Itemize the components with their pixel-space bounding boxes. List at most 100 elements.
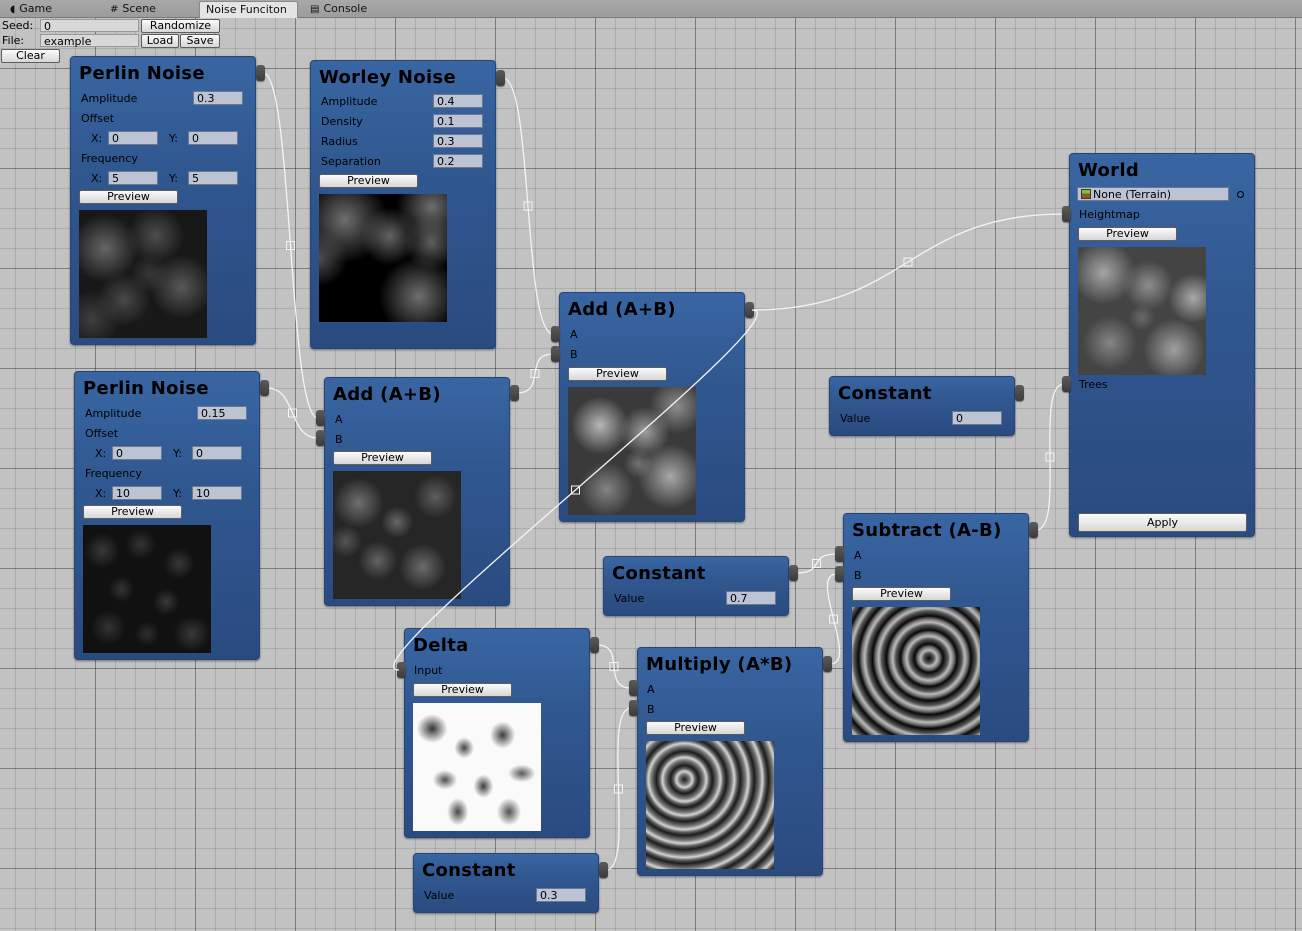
input-port-b[interactable] [835, 566, 844, 582]
tab-scene[interactable]: # Scene [104, 1, 162, 17]
radius-label: Radius [321, 135, 358, 148]
preview-button[interactable]: Preview [1078, 227, 1177, 241]
offset-x-field[interactable]: 0 [108, 131, 158, 145]
output-port[interactable] [823, 656, 832, 672]
object-picker-icon[interactable] [1237, 191, 1244, 198]
subtract-node[interactable]: Subtract (A-B) A B Preview [843, 513, 1029, 742]
input-port[interactable] [397, 662, 406, 678]
trees-input-port[interactable] [1062, 376, 1071, 392]
delta-node[interactable]: Delta Input Preview [404, 628, 590, 838]
offset-y-field[interactable]: 0 [192, 446, 242, 460]
output-port[interactable] [1015, 385, 1024, 401]
trees-label: Trees [1079, 378, 1108, 391]
constant-node-0[interactable]: Constant Value 0 [829, 376, 1015, 436]
terrain-value: None (Terrain) [1093, 188, 1172, 201]
apply-button[interactable]: Apply [1078, 513, 1247, 532]
frequency-y-field[interactable]: 5 [188, 171, 238, 185]
tab-console-label: Console [323, 2, 368, 15]
save-button[interactable]: Save [180, 34, 220, 48]
preview-button[interactable]: Preview [79, 190, 178, 204]
heightmap-input-port[interactable] [1062, 206, 1071, 222]
amplitude-field[interactable]: 0.3 [193, 91, 243, 105]
randomize-button[interactable]: Randomize [141, 19, 220, 33]
value-field[interactable]: 0 [952, 411, 1002, 425]
pacman-icon: ◖ [10, 4, 16, 15]
node-title: Subtract (A-B) [852, 520, 1002, 541]
output-port[interactable] [260, 380, 269, 396]
constant-node-0-3[interactable]: Constant Value 0.3 [413, 853, 599, 913]
preview-button[interactable]: Preview [852, 587, 951, 601]
value-field[interactable]: 0.3 [536, 888, 586, 902]
input-b-label: B [570, 348, 578, 361]
output-port[interactable] [510, 385, 519, 401]
input-port-b[interactable] [629, 700, 638, 716]
preview-button[interactable]: Preview [333, 451, 432, 465]
amplitude-field[interactable]: 0.4 [433, 94, 483, 108]
frequency-y-label: Y: [169, 172, 178, 185]
input-port-a[interactable] [551, 326, 560, 342]
node-title: Delta [413, 635, 469, 656]
offset-label: Offset [81, 112, 115, 125]
amplitude-field[interactable]: 0.15 [197, 406, 247, 420]
add-node-1[interactable]: Add (A+B) A B Preview [324, 377, 510, 606]
tab-noise-function[interactable]: Noise Funciton [199, 1, 298, 18]
terrain-object-field[interactable]: None (Terrain) [1077, 187, 1229, 201]
clear-button[interactable]: Clear [1, 49, 60, 63]
offset-y-field[interactable]: 0 [188, 131, 238, 145]
grid-icon: # [110, 4, 119, 15]
value-field[interactable]: 0.7 [726, 591, 776, 605]
preview-button[interactable]: Preview [413, 683, 512, 697]
input-label: Input [414, 664, 443, 677]
density-field[interactable]: 0.1 [433, 114, 483, 128]
output-port[interactable] [590, 637, 599, 653]
separation-field[interactable]: 0.2 [433, 154, 483, 168]
frequency-y-label: Y: [173, 487, 182, 500]
radius-field[interactable]: 0.3 [433, 134, 483, 148]
frequency-y-field[interactable]: 10 [192, 486, 242, 500]
input-port-a[interactable] [629, 680, 638, 696]
input-port-a[interactable] [835, 546, 844, 562]
perlin-noise-node-1[interactable]: Perlin Noise Amplitude 0.3 Offset X: 0 Y… [70, 56, 256, 345]
output-port[interactable] [1029, 522, 1038, 538]
load-button[interactable]: Load [141, 34, 179, 48]
preview-button[interactable]: Preview [568, 367, 667, 381]
node-title: Constant [612, 563, 706, 584]
offset-x-field[interactable]: 0 [112, 446, 162, 460]
constant-node-0-7[interactable]: Constant Value 0.7 [603, 556, 789, 616]
node-title: Constant [422, 860, 516, 881]
output-port[interactable] [496, 70, 505, 86]
input-port-b[interactable] [316, 430, 325, 446]
worley-noise-node[interactable]: Worley Noise Amplitude 0.4 Density 0.1 R… [310, 60, 496, 349]
frequency-x-field[interactable]: 5 [108, 171, 158, 185]
world-node[interactable]: World None (Terrain) Heightmap Preview T… [1069, 153, 1255, 537]
offset-y-label: Y: [169, 132, 178, 145]
noise-preview-image [852, 607, 980, 735]
preview-button[interactable]: Preview [646, 721, 745, 735]
tab-console[interactable]: ▤ Console [304, 1, 373, 17]
perlin-noise-node-2[interactable]: Perlin Noise Amplitude 0.15 Offset X: 0 … [74, 371, 260, 660]
preview-button[interactable]: Preview [319, 174, 418, 188]
heightmap-preview-image [1078, 247, 1206, 375]
file-input[interactable]: example [40, 34, 139, 48]
tab-game[interactable]: ◖ Game [4, 1, 58, 17]
add-node-2[interactable]: Add (A+B) A B Preview [559, 292, 745, 522]
terrain-icon [1081, 189, 1091, 199]
tab-game-label: Game [19, 2, 53, 15]
input-a-label: A [647, 683, 655, 696]
input-b-label: B [854, 569, 862, 582]
output-port[interactable] [789, 565, 798, 581]
preview-button[interactable]: Preview [83, 505, 182, 519]
amplitude-label: Amplitude [81, 92, 138, 105]
noise-preview-image [413, 703, 541, 831]
multiply-node[interactable]: Multiply (A*B) A B Preview [637, 647, 823, 876]
input-port-b[interactable] [551, 346, 560, 362]
output-port[interactable] [599, 862, 608, 878]
frequency-x-field[interactable]: 10 [112, 486, 162, 500]
input-port-a[interactable] [316, 410, 325, 426]
console-icon: ▤ [310, 4, 320, 15]
seed-input[interactable]: 0 [40, 19, 139, 33]
output-port[interactable] [745, 302, 754, 318]
noise-preview-image [319, 194, 447, 322]
noise-preview-image [83, 525, 211, 653]
output-port[interactable] [256, 65, 265, 81]
